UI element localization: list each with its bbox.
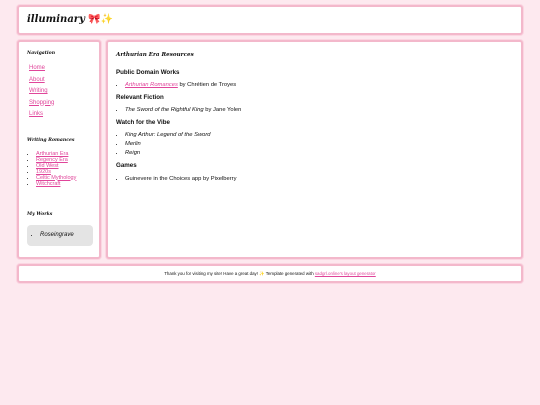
site-title[interactable]: illuminary 🎀✨	[27, 14, 113, 25]
sparkles-icon: ✨	[100, 14, 114, 25]
relevant-fiction-list: The Sword of the Rightful King by Jane Y…	[116, 106, 241, 115]
romance-item-witchcraft[interactable]: Witchcraft	[36, 181, 76, 188]
nav-link-links[interactable]: Links	[29, 111, 43, 117]
layout-generator-link[interactable]: sadgrl.online's layout generator	[315, 271, 376, 276]
vibe-heading: Watch for the Vibe	[116, 119, 170, 126]
page-title: Arthurian Era Resources	[116, 52, 194, 58]
nav-item-home[interactable]: Home	[29, 63, 54, 75]
works-list: Roseingrave	[27, 225, 93, 245]
footer: Thank you for visiting my site! Have a g…	[17, 264, 523, 283]
list-item: Arthurian Romances by Chrétien de Troyes	[125, 81, 236, 90]
nav-heading: Navigation	[27, 51, 56, 56]
fiction-author: by Jane Yolen	[203, 107, 242, 113]
nav-item-writing[interactable]: Writing	[29, 86, 54, 98]
public-domain-list: Arthurian Romances by Chrétien de Troyes	[116, 81, 236, 90]
games-list: Guinevere in the Choices app by Pixelber…	[116, 175, 237, 184]
bow-icon: 🎀	[88, 14, 101, 25]
nav-link-writing[interactable]: Writing	[29, 88, 48, 94]
public-domain-author: by Chrétien de Troyes	[177, 82, 237, 88]
arthurian-romances-link[interactable]: Arthurian Romances	[125, 82, 178, 88]
main-content: Arthurian Era Resources Public Domain Wo…	[106, 40, 523, 259]
romance-link-witchcraft[interactable]: Witchcraft	[36, 181, 60, 187]
relevant-fiction-heading: Relevant Fiction	[116, 94, 164, 101]
nav-list: Home About Writing Shopping Links	[29, 63, 54, 121]
list-item: Reign	[125, 149, 211, 158]
list-item: King Arthur: Legend of the Sword	[125, 131, 211, 140]
footer-template-note: Template generated with	[264, 271, 315, 276]
list-item: Guinevere in the Choices app by Pixelber…	[125, 175, 237, 184]
works-box: Roseingrave	[27, 225, 93, 246]
nav-link-about[interactable]: About	[29, 77, 45, 83]
nav-item-about[interactable]: About	[29, 75, 54, 87]
romances-list: Arthurian Era Regency Era Old West 1920s…	[28, 151, 76, 188]
site-title-text: illuminary	[27, 14, 85, 25]
header: illuminary 🎀✨	[17, 5, 523, 35]
nav-link-shopping[interactable]: Shopping	[29, 100, 54, 106]
fiction-title: The Sword of the Rightful King	[125, 107, 204, 113]
footer-thanks: Thank you for visiting my site! Have a g…	[164, 271, 260, 276]
nav-item-links[interactable]: Links	[29, 109, 54, 121]
sidebar: Navigation Home About Writing Shopping L…	[17, 40, 101, 259]
public-domain-heading: Public Domain Works	[116, 69, 180, 76]
vibe-list: King Arthur: Legend of the Sword Merlin …	[116, 131, 211, 158]
romances-heading: Writing Romances	[27, 138, 75, 143]
games-heading: Games	[116, 162, 137, 169]
nav-item-shopping[interactable]: Shopping	[29, 98, 54, 110]
list-item: Merlin	[125, 140, 211, 149]
nav-link-home[interactable]: Home	[29, 65, 45, 71]
works-heading: My Works	[27, 212, 53, 217]
list-item: The Sword of the Rightful King by Jane Y…	[125, 106, 241, 115]
works-item[interactable]: Roseingrave	[40, 225, 93, 245]
footer-text: Thank you for visiting my site! Have a g…	[19, 271, 521, 277]
